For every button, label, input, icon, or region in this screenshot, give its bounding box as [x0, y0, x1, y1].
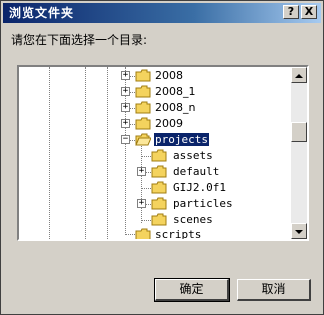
arrow-up-icon [295, 74, 303, 78]
collapse-icon[interactable]: − [121, 135, 130, 144]
help-button[interactable]: ? [283, 5, 299, 19]
expand-icon[interactable]: + [121, 71, 130, 80]
expand-icon[interactable]: + [137, 199, 146, 208]
folder-tree[interactable]: + 2008 + 2008_1 + 2008_n + 2009 − projec… [17, 65, 309, 241]
tree-node-scripts[interactable]: scripts [155, 228, 201, 239]
tree-node-projects[interactable]: projects [153, 132, 210, 147]
tree-node-2008-1[interactable]: 2008_1 [155, 85, 196, 98]
folder-icon [151, 149, 167, 162]
tree-node-2008[interactable]: 2008 [155, 69, 183, 82]
tree-guide-line [107, 67, 108, 239]
folder-icon [151, 181, 167, 194]
tree-node-default[interactable]: default [173, 165, 219, 178]
title-bar[interactable]: 浏览文件夹 ? X [3, 3, 321, 23]
expand-icon[interactable]: + [137, 167, 146, 176]
expand-icon[interactable]: + [121, 119, 130, 128]
scroll-up-button[interactable] [291, 67, 307, 83]
folder-icon [151, 197, 167, 210]
folder-icon [151, 213, 167, 226]
scroll-thumb[interactable] [291, 122, 307, 142]
tree-node-assets[interactable]: assets [173, 149, 213, 162]
folder-icon [135, 85, 151, 98]
scroll-down-button[interactable] [291, 223, 307, 239]
tree-node-2008-n[interactable]: 2008_n [155, 101, 195, 114]
expand-icon[interactable]: + [121, 103, 130, 112]
tree-node-particles[interactable]: particles [173, 197, 233, 210]
folder-icon [135, 101, 151, 114]
tree-node-2009[interactable]: 2009 [155, 117, 183, 130]
expand-icon[interactable]: + [121, 87, 130, 96]
tree-scrollbar[interactable] [291, 67, 307, 239]
cancel-button[interactable]: 取消 [237, 279, 311, 301]
dialog-prompt: 请您在下面选择一个目录: [11, 33, 148, 47]
tree-node-gij[interactable]: GIJ2.0f1 [173, 181, 226, 194]
tree-guide-line [49, 67, 50, 239]
folder-icon [151, 165, 167, 178]
ok-button[interactable]: 确定 [154, 278, 230, 302]
tree-guide-line [85, 67, 86, 239]
window-title: 浏览文件夹 [9, 6, 75, 20]
folder-icon [135, 117, 151, 130]
tree-guide-line [141, 143, 142, 223]
open-folder-icon [135, 133, 151, 146]
folder-icon [135, 69, 151, 82]
tree-node-scenes[interactable]: scenes [173, 213, 213, 226]
close-button[interactable]: X [301, 5, 317, 19]
folder-icon [135, 228, 151, 239]
arrow-down-icon [295, 230, 303, 234]
browse-folder-dialog: 浏览文件夹 ? X 请您在下面选择一个目录: + 2008 + 2008_1 +… [0, 0, 324, 315]
